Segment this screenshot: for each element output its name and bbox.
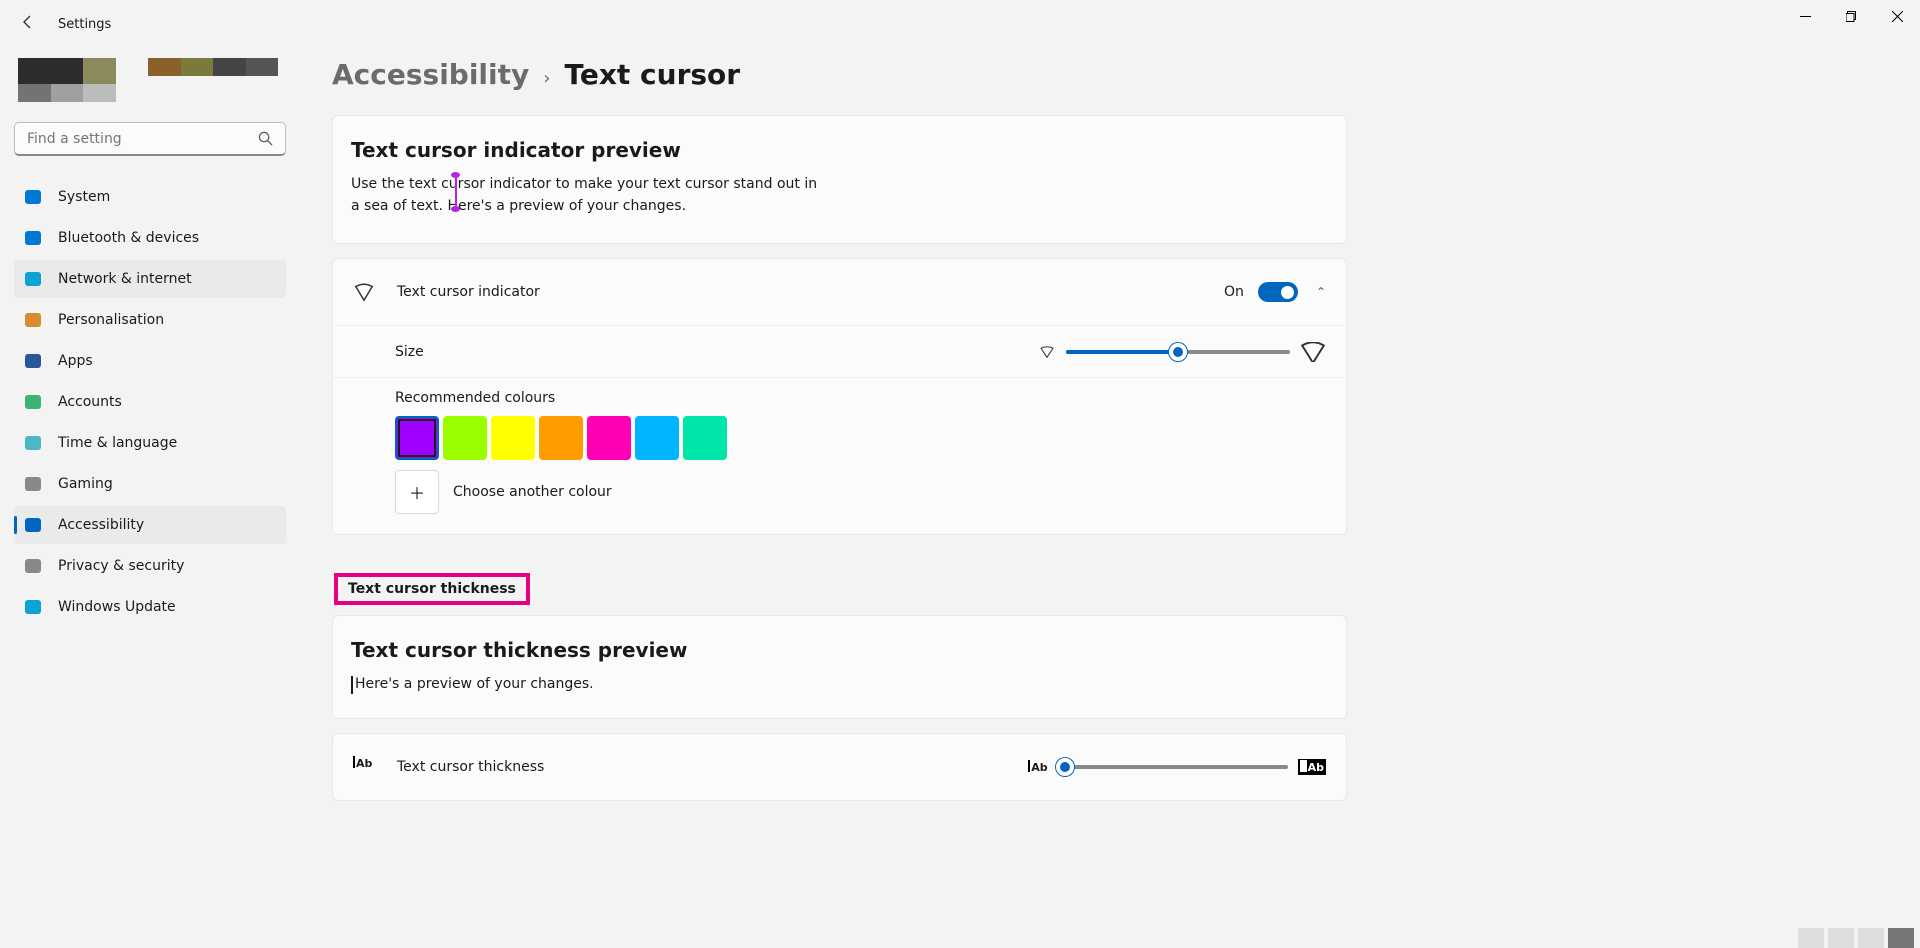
large-cursor-icon xyxy=(1300,342,1326,362)
nav-label: Accessibility xyxy=(58,517,144,533)
preview-heading: Text cursor indicator preview xyxy=(333,116,1346,174)
thick-ab-icon: Ab xyxy=(1298,759,1326,775)
titlebar: Settings xyxy=(0,0,1920,48)
preview-text: Use the text cursor indicator to make yo… xyxy=(351,176,817,214)
nav-label: Privacy & security xyxy=(58,558,184,574)
sidebar-item-system[interactable]: System xyxy=(14,178,286,216)
window-controls xyxy=(1782,0,1920,32)
tray-icon[interactable] xyxy=(1798,928,1824,948)
nav-icon xyxy=(24,598,42,616)
nav-icon xyxy=(24,475,42,493)
thickness-heading: Text cursor thickness preview xyxy=(333,616,1346,674)
sidebar-item-network-internet[interactable]: Network & internet xyxy=(14,260,286,298)
sidebar-item-personalisation[interactable]: Personalisation xyxy=(14,301,286,339)
nav-icon xyxy=(24,311,42,329)
nav-icon xyxy=(24,557,42,575)
nav-icon xyxy=(24,393,42,411)
choose-colour-label: Choose another colour xyxy=(453,484,612,500)
tray-icon[interactable] xyxy=(1888,928,1914,948)
indicator-toggle-row[interactable]: Text cursor indicator On ⌃ xyxy=(333,259,1346,325)
back-button[interactable] xyxy=(20,14,40,34)
thickness-label: Text cursor thickness xyxy=(397,759,1028,775)
page-title: Text cursor xyxy=(564,58,740,91)
colours-section: Recommended colours ＋ Choose another col… xyxy=(333,377,1346,534)
nav-icon xyxy=(24,434,42,452)
indicator-toggle[interactable] xyxy=(1258,282,1298,302)
sidebar-item-accessibility[interactable]: Accessibility xyxy=(14,506,286,544)
nav-label: System xyxy=(58,189,110,205)
thin-cursor-preview xyxy=(351,676,353,694)
colour-swatch[interactable] xyxy=(587,416,631,460)
nav-label: Apps xyxy=(58,353,93,369)
colour-swatches xyxy=(395,416,1326,460)
indicator-label: Text cursor indicator xyxy=(397,284,1224,300)
thickness-description: Here's a preview of your changes. xyxy=(333,674,1346,718)
search-input[interactable] xyxy=(14,122,286,156)
close-button[interactable] xyxy=(1874,0,1920,32)
thickness-section-heading: Text cursor thickness xyxy=(334,573,530,605)
ab-icon: Ab xyxy=(353,756,375,778)
app-title: Settings xyxy=(58,17,111,32)
nav-icon xyxy=(24,188,42,206)
colour-swatch[interactable] xyxy=(395,416,439,460)
indicator-preview-panel: Text cursor indicator preview Use the te… xyxy=(332,115,1347,244)
thickness-desc-text: Here's a preview of your changes. xyxy=(355,676,594,692)
choose-colour-button[interactable]: ＋ xyxy=(395,470,439,514)
chevron-right-icon: › xyxy=(543,68,550,89)
search-icon xyxy=(258,131,273,146)
cursor-icon xyxy=(353,281,375,303)
chevron-up-icon[interactable]: ⌃ xyxy=(1316,285,1326,299)
nav-label: Gaming xyxy=(58,476,113,492)
breadcrumb-parent[interactable]: Accessibility xyxy=(332,58,529,91)
search-field[interactable] xyxy=(27,131,258,147)
minimize-button[interactable] xyxy=(1782,0,1828,32)
size-slider[interactable] xyxy=(1066,342,1290,362)
size-row: Size xyxy=(333,325,1346,377)
nav-label: Accounts xyxy=(58,394,122,410)
sidebar-item-gaming[interactable]: Gaming xyxy=(14,465,286,503)
sidebar-item-time-language[interactable]: Time & language xyxy=(14,424,286,462)
sidebar-item-privacy-security[interactable]: Privacy & security xyxy=(14,547,286,585)
colour-swatch[interactable] xyxy=(443,416,487,460)
thickness-section-heading-wrap: Text cursor thickness xyxy=(332,549,1880,615)
sidebar-item-bluetooth-devices[interactable]: Bluetooth & devices xyxy=(14,219,286,257)
cursor-indicator-preview xyxy=(451,172,460,212)
nav-list: System Bluetooth & devices Network & inter… xyxy=(14,178,286,626)
size-label: Size xyxy=(395,344,1038,360)
thickness-row: Ab Text cursor thickness Ab Ab xyxy=(333,734,1346,800)
system-tray xyxy=(1798,928,1914,948)
thickness-slider[interactable] xyxy=(1058,757,1288,777)
nav-label: Network & internet xyxy=(58,271,192,287)
tray-icon[interactable] xyxy=(1858,928,1884,948)
preview-description: Use the text cursor indicator to make yo… xyxy=(333,174,843,243)
nav-icon xyxy=(24,229,42,247)
nav-icon xyxy=(24,270,42,288)
thickness-preview-panel: Text cursor thickness preview Here's a p… xyxy=(332,615,1347,719)
sidebar-item-windows-update[interactable]: Windows Update xyxy=(14,588,286,626)
colour-swatch[interactable] xyxy=(683,416,727,460)
nav-label: Bluetooth & devices xyxy=(58,230,199,246)
nav-label: Personalisation xyxy=(58,312,164,328)
toggle-state-text: On xyxy=(1224,284,1244,300)
nav-label: Time & language xyxy=(58,435,177,451)
thin-ab-icon: Ab xyxy=(1028,760,1047,774)
sidebar-item-apps[interactable]: Apps xyxy=(14,342,286,380)
thickness-slider-panel: Ab Text cursor thickness Ab Ab xyxy=(332,733,1347,801)
sidebar-item-accounts[interactable]: Accounts xyxy=(14,383,286,421)
content-area: Accessibility › Text cursor Text cursor … xyxy=(300,48,1920,948)
colours-label: Recommended colours xyxy=(395,390,1326,406)
colour-swatch[interactable] xyxy=(539,416,583,460)
colour-swatch[interactable] xyxy=(491,416,535,460)
tray-icon[interactable] xyxy=(1828,928,1854,948)
sidebar: System Bluetooth & devices Network & inter… xyxy=(0,48,300,948)
small-cursor-icon xyxy=(1038,345,1056,359)
colour-swatch[interactable] xyxy=(635,416,679,460)
indicator-settings-panel: Text cursor indicator On ⌃ Size xyxy=(332,258,1347,535)
nav-icon xyxy=(24,516,42,534)
nav-label: Windows Update xyxy=(58,599,176,615)
nav-icon xyxy=(24,352,42,370)
breadcrumb: Accessibility › Text cursor xyxy=(332,58,1880,91)
account-tile-block xyxy=(18,58,282,102)
maximize-button[interactable] xyxy=(1828,0,1874,32)
